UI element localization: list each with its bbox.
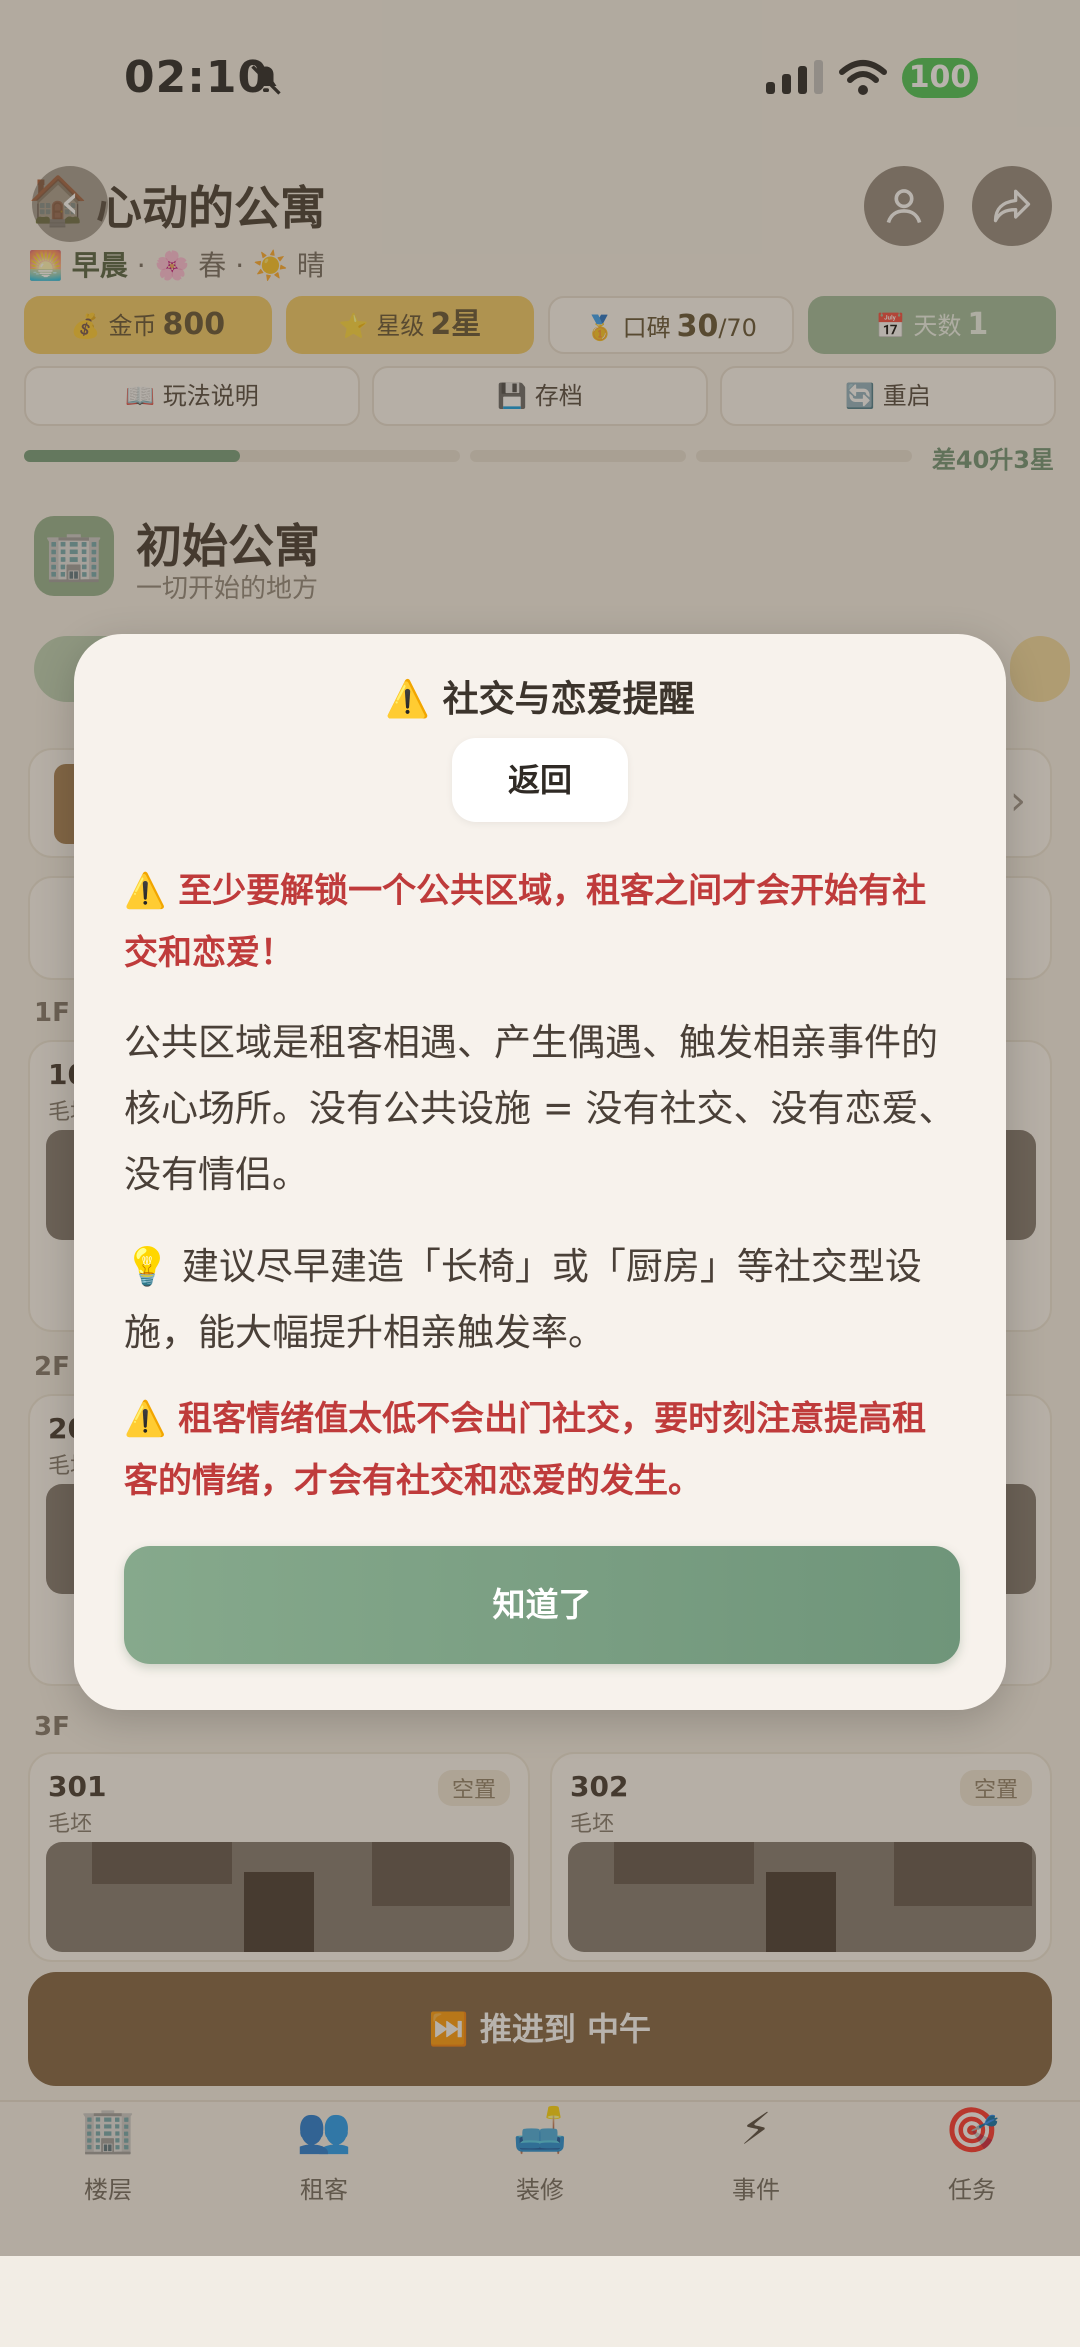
dialog-back-button[interactable]: 返回 (452, 738, 628, 822)
warning-text-1: 至少要解锁一个公共区域，租客之间才会开始有社交和恋爱！ (124, 871, 927, 973)
home-indicator-area (0, 2256, 1080, 2347)
warning-icon: ⚠️ (385, 679, 431, 720)
dialog-title-text: 社交与恋爱提醒 (442, 679, 695, 720)
lightbulb-icon: 💡 (124, 1245, 171, 1288)
build-tip: 💡 建议尽早建造「长椅」或「厨房」等社交型设施，能大幅提升相亲触发率。 (124, 1234, 960, 1366)
warning-icon: ⚠️ (124, 871, 167, 911)
warning-icon: ⚠️ (124, 1399, 167, 1439)
warning-unlock-public-area: ⚠️ 至少要解锁一个公共区域，租客之间才会开始有社交和恋爱！ (124, 860, 960, 984)
warning-text-2: 租客情绪值太低不会出门社交，要时刻注意提高租客的情绪，才会有社交和恋爱的发生。 (124, 1399, 927, 1501)
public-area-explanation: 公共区域是租客相遇、产生偶遇、触发相亲事件的核心场所。没有公共设施 = 没有社交… (124, 1021, 956, 1196)
social-romance-reminder-dialog: ⚠️ 社交与恋爱提醒 返回 ⚠️ 至少要解锁一个公共区域，租客之间才会开始有社交… (74, 634, 1006, 1710)
dialog-title: ⚠️ 社交与恋爱提醒 (74, 670, 1006, 722)
got-it-button[interactable]: 知道了 (124, 1546, 960, 1664)
tip-text: 建议尽早建造「长椅」或「厨房」等社交型设施，能大幅提升相亲触发率。 (124, 1245, 922, 1354)
warning-mood: ⚠️ 租客情绪值太低不会出门社交，要时刻注意提高租客的情绪，才会有社交和恋爱的发… (124, 1388, 960, 1512)
